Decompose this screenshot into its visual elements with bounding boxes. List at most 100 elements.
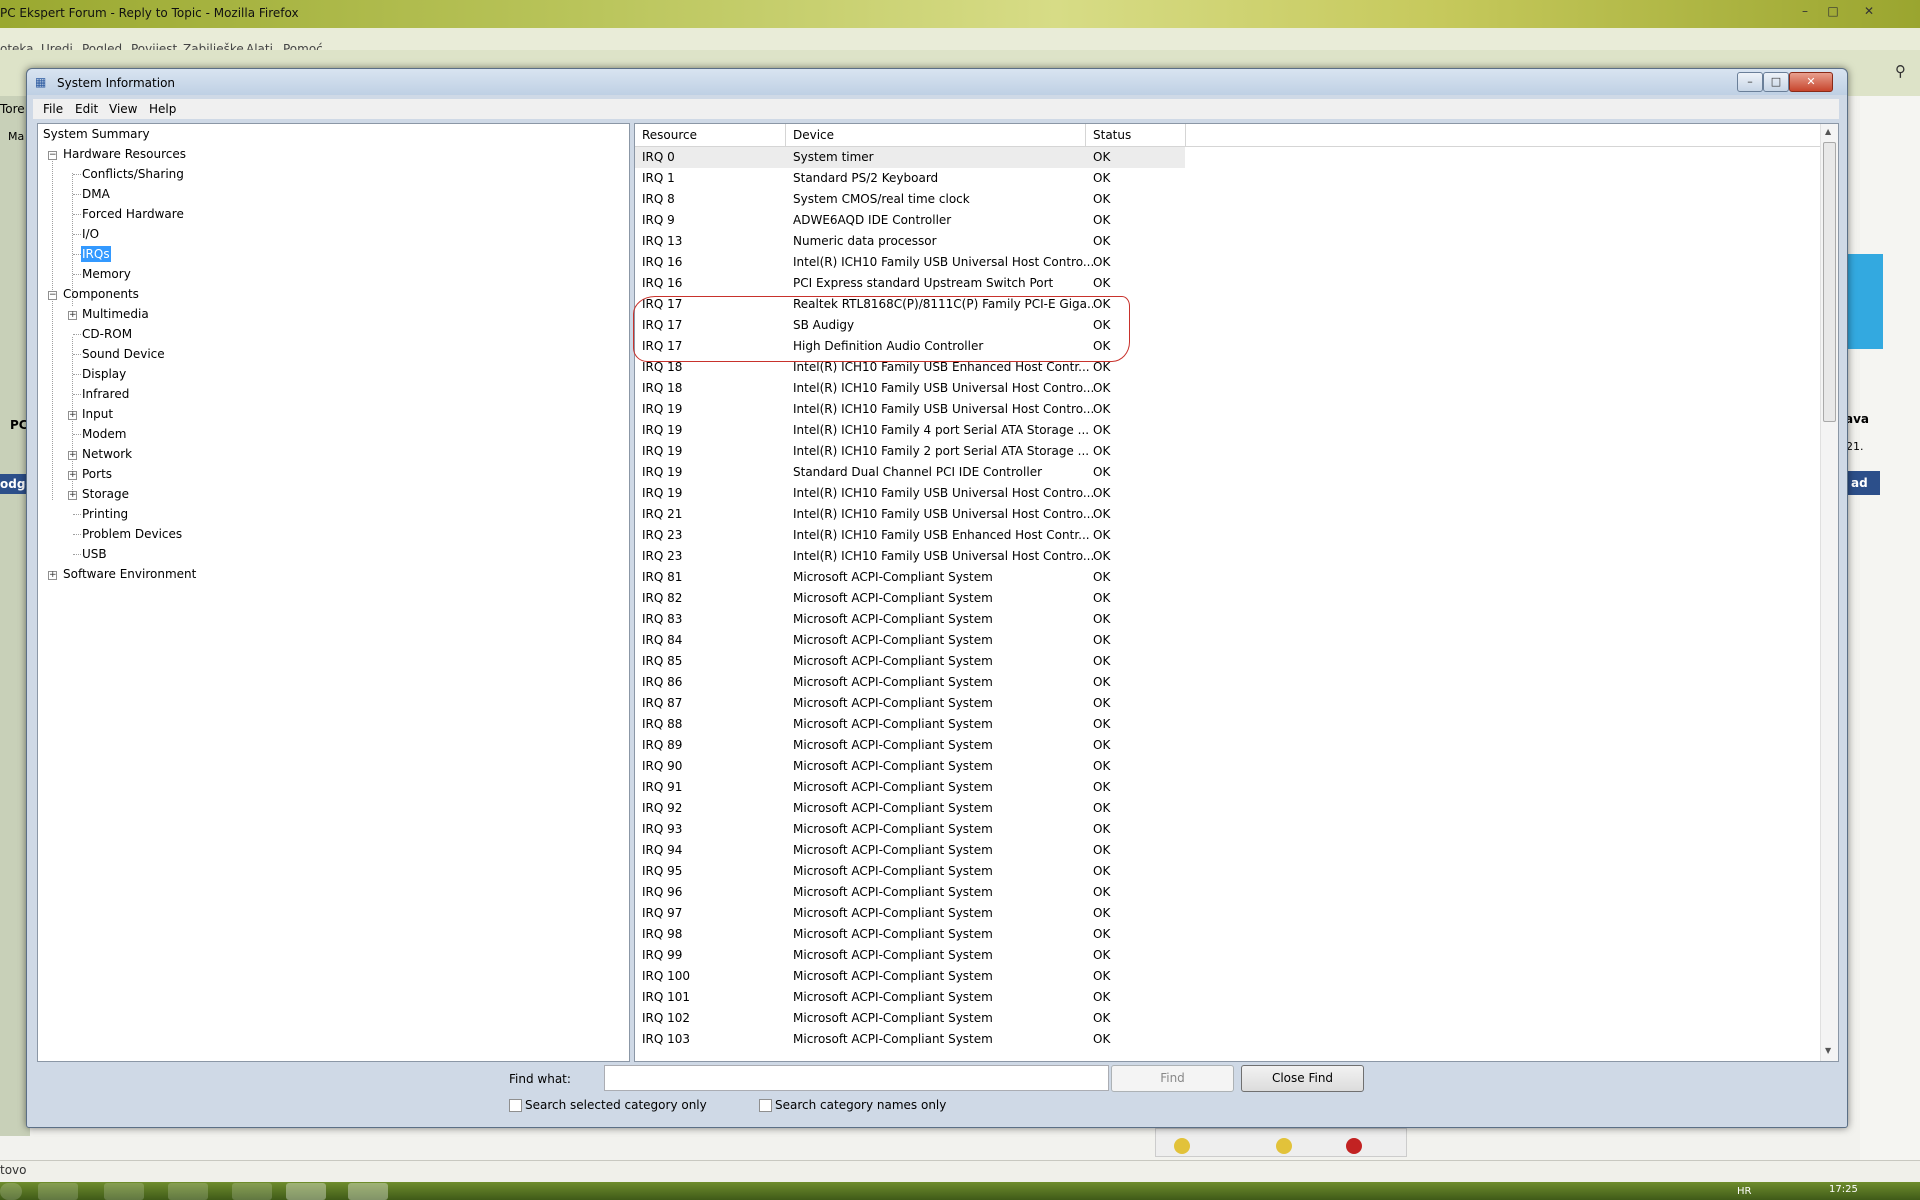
tree-hardware-resources[interactable]: Hardware Resources — [63, 146, 186, 162]
maximize-icon[interactable]: □ — [1822, 4, 1844, 20]
close-icon[interactable]: ✕ — [1858, 4, 1880, 20]
blocker-icon[interactable] — [1346, 1138, 1362, 1154]
table-row[interactable]: IRQ 16 Intel(R) ICH10 Family USB Universa… — [635, 252, 1185, 273]
column-status[interactable]: Status — [1093, 128, 1131, 142]
table-row[interactable]: IRQ 90 Microsoft ACPI-Compliant System OK — [635, 756, 1185, 777]
save-task-icon[interactable] — [168, 1183, 208, 1200]
tree-sound-device[interactable]: Sound Device — [82, 346, 165, 362]
search-names-checkbox[interactable] — [759, 1099, 772, 1112]
window-titlebar[interactable]: ▦ System Information – □ ✕ — [27, 69, 1847, 95]
tree-multimedia[interactable]: Multimedia — [82, 306, 149, 322]
table-row[interactable]: IRQ 18 Intel(R) ICH10 Family USB Universa… — [635, 378, 1185, 399]
table-row[interactable]: IRQ 9 ADWE6AQD IDE Controller OK — [635, 210, 1185, 231]
search-names-label[interactable]: Search category names only — [775, 1098, 946, 1112]
tree-storage[interactable]: Storage — [82, 486, 129, 502]
tree-infrared[interactable]: Infrared — [82, 386, 129, 402]
collapse-icon[interactable]: − — [48, 151, 57, 160]
start-button-icon[interactable] — [0, 1183, 22, 1200]
scroll-down-icon[interactable]: ▼ — [1825, 1046, 1831, 1055]
table-row[interactable]: IRQ 98 Microsoft ACPI-Compliant System OK — [635, 924, 1185, 945]
column-separator[interactable] — [1185, 124, 1186, 146]
table-row[interactable]: IRQ 19 Intel(R) ICH10 Family USB Universa… — [635, 399, 1185, 420]
table-row[interactable]: IRQ 16 PCI Express standard Upstream Swit… — [635, 273, 1185, 294]
table-row[interactable]: IRQ 0 System timer OK — [635, 147, 1185, 168]
expand-icon[interactable]: + — [68, 451, 77, 460]
table-row[interactable]: IRQ 93 Microsoft ACPI-Compliant System OK — [635, 819, 1185, 840]
menu-file[interactable]: File — [43, 102, 63, 116]
expand-icon[interactable]: + — [48, 571, 57, 580]
column-separator[interactable] — [785, 124, 786, 146]
search-selected-checkbox[interactable] — [509, 1099, 522, 1112]
window-minimize-icon[interactable]: – — [1737, 72, 1763, 92]
table-row[interactable]: IRQ 23 Intel(R) ICH10 Family USB Universa… — [635, 546, 1185, 567]
table-row[interactable]: IRQ 23 Intel(R) ICH10 Family USB Enhanced… — [635, 525, 1185, 546]
table-row[interactable]: IRQ 1 Standard PS/2 Keyboard OK — [635, 168, 1185, 189]
table-row[interactable]: IRQ 94 Microsoft ACPI-Compliant System OK — [635, 840, 1185, 861]
table-row[interactable]: IRQ 85 Microsoft ACPI-Compliant System OK — [635, 651, 1185, 672]
sysinfo-task-icon[interactable] — [286, 1183, 326, 1200]
table-row[interactable]: IRQ 92 Microsoft ACPI-Compliant System OK — [635, 798, 1185, 819]
table-row[interactable]: IRQ 95 Microsoft ACPI-Compliant System OK — [635, 861, 1185, 882]
tree-printing[interactable]: Printing — [82, 506, 128, 522]
column-resource[interactable]: Resource — [642, 128, 697, 142]
tree-dma[interactable]: DMA — [82, 186, 110, 202]
table-row[interactable]: IRQ 21 Intel(R) ICH10 Family USB Universa… — [635, 504, 1185, 525]
expand-icon[interactable]: + — [68, 411, 77, 420]
tree-input[interactable]: Input — [82, 406, 113, 422]
table-row[interactable]: IRQ 81 Microsoft ACPI-Compliant System OK — [635, 567, 1185, 588]
resource-list[interactable]: Resource Device Status IRQ 0 System timer… — [634, 123, 1839, 1062]
column-separator[interactable] — [1085, 124, 1086, 146]
table-row[interactable]: IRQ 100 Microsoft ACPI-Compliant System OK — [635, 966, 1185, 987]
table-row[interactable]: IRQ 96 Microsoft ACPI-Compliant System OK — [635, 882, 1185, 903]
tree-forced-hardware[interactable]: Forced Hardware — [82, 206, 184, 222]
firefox-task-icon[interactable] — [38, 1183, 78, 1200]
table-row[interactable]: IRQ 102 Microsoft ACPI-Compliant System OK — [635, 1008, 1185, 1029]
tree-memory[interactable]: Memory — [82, 266, 131, 282]
tree-irqs[interactable]: IRQs — [81, 246, 111, 262]
find-button[interactable]: Find — [1111, 1065, 1234, 1092]
language-indicator[interactable]: HR — [1737, 1186, 1751, 1197]
table-row[interactable]: IRQ 19 Intel(R) ICH10 Family 4 port Seria… — [635, 420, 1185, 441]
list-scrollbar[interactable]: ▲ ▼ — [1820, 124, 1838, 1061]
table-row[interactable]: IRQ 89 Microsoft ACPI-Compliant System OK — [635, 735, 1185, 756]
msinfo-task-icon[interactable] — [348, 1183, 388, 1200]
table-row[interactable]: IRQ 13 Numeric data processor OK — [635, 231, 1185, 252]
category-tree[interactable]: System Summary − Hardware Resources Conf… — [37, 123, 630, 1062]
table-row[interactable]: IRQ 88 Microsoft ACPI-Compliant System OK — [635, 714, 1185, 735]
search-selected-label[interactable]: Search selected category only — [525, 1098, 707, 1112]
tree-ports[interactable]: Ports — [82, 466, 112, 482]
collapse-icon[interactable]: − — [48, 291, 57, 300]
tree-software-environment[interactable]: Software Environment — [63, 566, 196, 582]
column-device[interactable]: Device — [793, 128, 834, 142]
table-row[interactable]: IRQ 97 Microsoft ACPI-Compliant System OK — [635, 903, 1185, 924]
table-row[interactable]: IRQ 86 Microsoft ACPI-Compliant System OK — [635, 672, 1185, 693]
table-row[interactable]: IRQ 99 Microsoft ACPI-Compliant System OK — [635, 945, 1185, 966]
tree-problem-devices[interactable]: Problem Devices — [82, 526, 182, 542]
table-row[interactable]: IRQ 84 Microsoft ACPI-Compliant System OK — [635, 630, 1185, 651]
window-close-icon[interactable]: ✕ — [1789, 72, 1833, 92]
table-row[interactable]: IRQ 101 Microsoft ACPI-Compliant System OK — [635, 987, 1185, 1008]
clock[interactable]: 17:25 — [1829, 1184, 1858, 1195]
scroll-up-icon[interactable]: ▲ — [1825, 127, 1831, 136]
tree-cd-rom[interactable]: CD-ROM — [82, 326, 132, 342]
acrobat-task-icon[interactable] — [232, 1183, 272, 1200]
status-icon[interactable] — [1276, 1138, 1292, 1154]
scroll-thumb[interactable] — [1823, 142, 1836, 422]
expand-icon[interactable]: + — [68, 471, 77, 480]
expand-icon[interactable]: + — [68, 491, 77, 500]
tree-display[interactable]: Display — [82, 366, 126, 382]
minimize-icon[interactable]: – — [1794, 4, 1816, 20]
tree-io[interactable]: I/O — [82, 226, 99, 242]
table-row[interactable]: IRQ 19 Standard Dual Channel PCI IDE Cont… — [635, 462, 1185, 483]
table-row[interactable]: IRQ 83 Microsoft ACPI-Compliant System OK — [635, 609, 1185, 630]
table-row[interactable]: IRQ 87 Microsoft ACPI-Compliant System OK — [635, 693, 1185, 714]
tree-modem[interactable]: Modem — [82, 426, 126, 442]
table-row[interactable]: IRQ 91 Microsoft ACPI-Compliant System OK — [635, 777, 1185, 798]
menu-edit[interactable]: Edit — [75, 102, 98, 116]
tree-network[interactable]: Network — [82, 446, 132, 462]
expand-icon[interactable]: + — [68, 311, 77, 320]
find-input[interactable] — [604, 1065, 1109, 1091]
window-maximize-icon[interactable]: □ — [1763, 72, 1789, 92]
tree-system-summary[interactable]: System Summary — [43, 126, 150, 142]
tree-components[interactable]: Components — [63, 286, 139, 302]
